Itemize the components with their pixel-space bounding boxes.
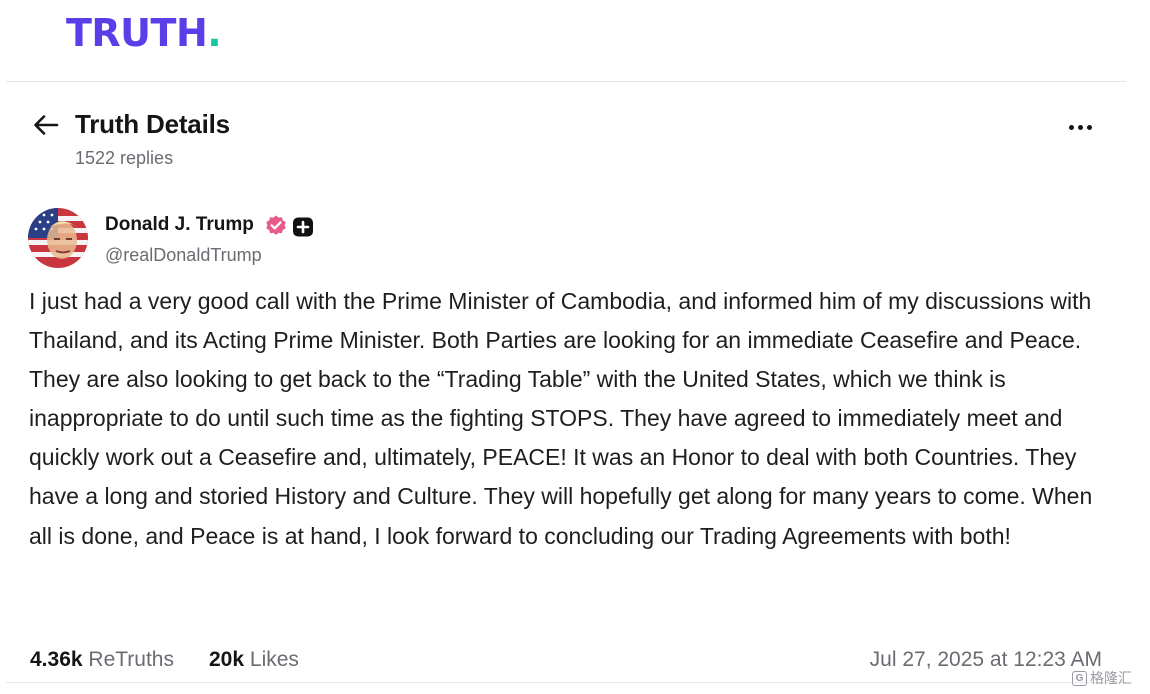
page-title: Truth Details xyxy=(75,109,230,139)
retruths-label: ReTruths xyxy=(88,648,174,671)
back-button[interactable] xyxy=(30,110,62,140)
likes-stat[interactable]: 20k Likes xyxy=(209,648,299,672)
watermark-text: 格隆汇 xyxy=(1090,670,1132,686)
author-block: Donald J. Trump @realDonaldTrump xyxy=(0,205,1150,275)
logo-text: TRUTH xyxy=(66,11,208,55)
top-bar: TRUTH. xyxy=(0,0,1150,82)
retruths-stat[interactable]: 4.36k ReTruths xyxy=(30,648,174,672)
truth-logo[interactable]: TRUTH. xyxy=(66,11,222,55)
page-header: Truth Details 1522 replies xyxy=(0,100,1150,180)
retruths-count: 4.36k xyxy=(30,648,83,671)
likes-label: Likes xyxy=(249,648,299,671)
verified-badge-icon xyxy=(266,215,286,235)
avatar-image xyxy=(28,208,88,268)
logo-dot: . xyxy=(207,11,222,55)
replies-count: 1522 replies xyxy=(75,148,174,168)
arrow-left-icon xyxy=(34,115,59,135)
post-text: I just had a very good call with the Pri… xyxy=(29,288,1093,549)
post-stats: 4.36k ReTruths 20k Likes Jul 27, 2025 at… xyxy=(0,648,1150,678)
divider xyxy=(6,682,1126,683)
post-timestamp: Jul 27, 2025 at 12:23 AM xyxy=(869,648,1102,671)
likes-count: 20k xyxy=(209,648,245,671)
author-handle[interactable]: @realDonaldTrump xyxy=(105,245,262,266)
author-name[interactable]: Donald J. Trump xyxy=(105,214,254,236)
plus-badge-icon xyxy=(293,217,313,237)
watermark-logo-icon: G xyxy=(1072,670,1087,686)
more-options-button[interactable] xyxy=(1062,114,1098,140)
more-horizontal-icon xyxy=(1068,124,1074,130)
avatar[interactable] xyxy=(28,208,88,268)
divider xyxy=(6,81,1126,82)
watermark: G 格隆汇 xyxy=(1072,668,1132,688)
